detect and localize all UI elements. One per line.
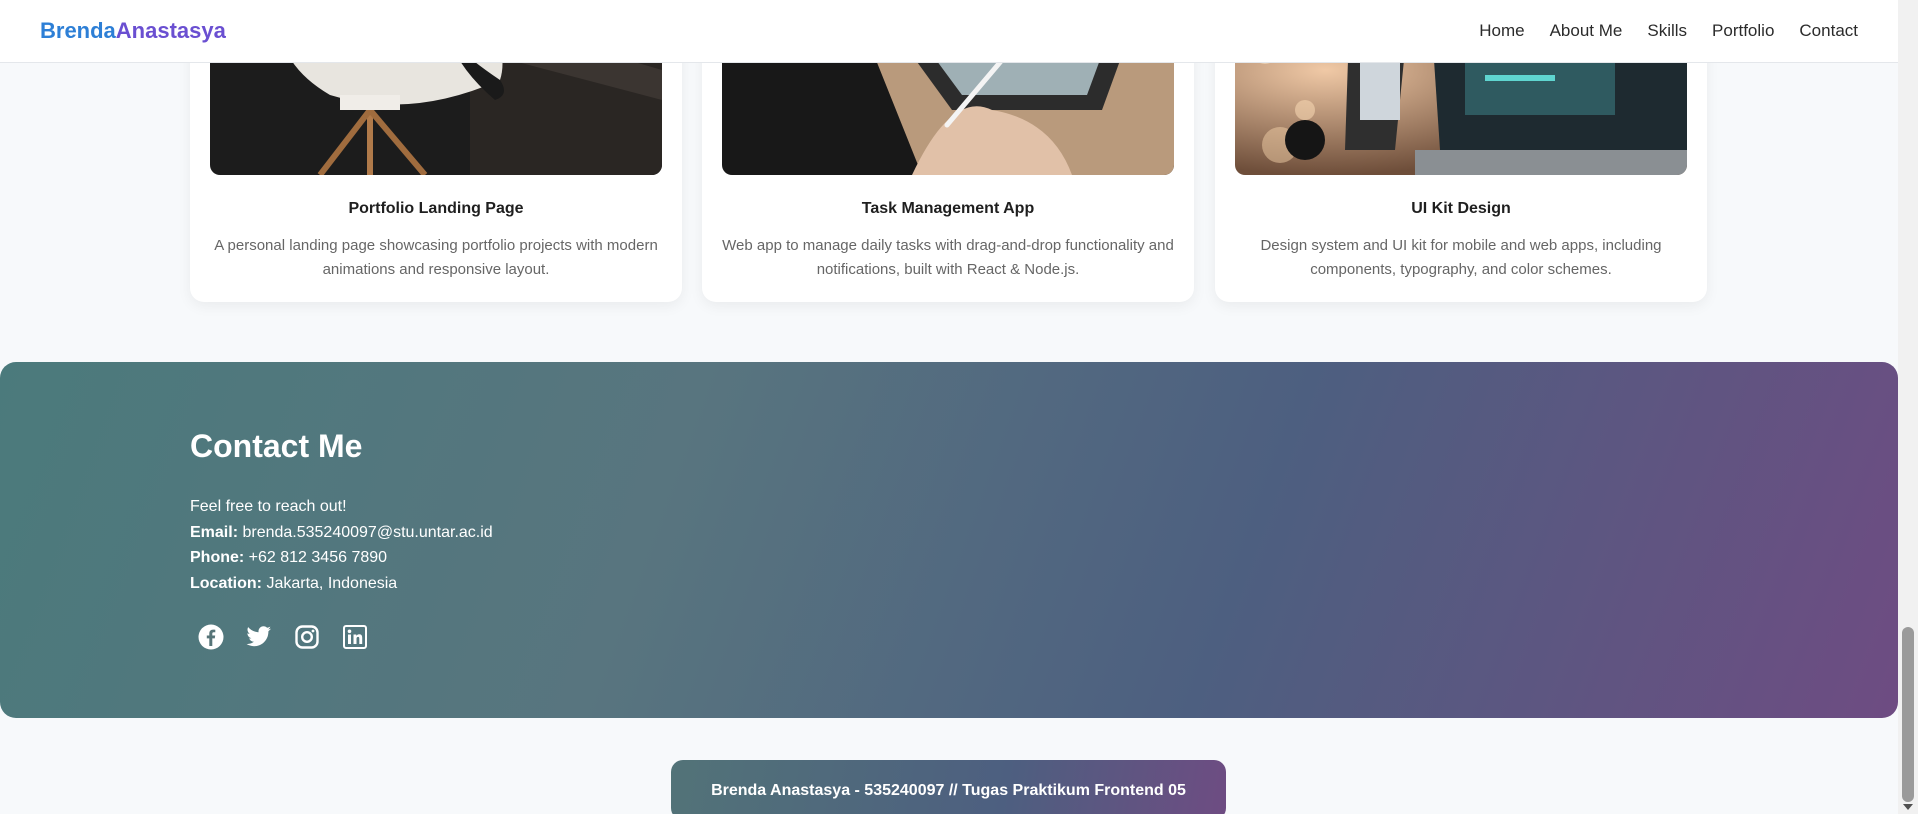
nav-link-contact[interactable]: Contact: [1799, 21, 1858, 41]
phone-value[interactable]: +62 812 3456 7890: [249, 549, 387, 566]
nav-link-portfolio[interactable]: Portfolio: [1712, 21, 1774, 41]
instagram-icon[interactable]: [294, 624, 320, 650]
nav-link-about[interactable]: About Me: [1550, 21, 1623, 41]
social-links: [198, 624, 368, 650]
nav-link-home[interactable]: Home: [1479, 21, 1524, 41]
brand-last-name: Anastasya: [115, 18, 226, 43]
twitter-icon[interactable]: [246, 624, 272, 650]
scrollbar-thumb[interactable]: [1902, 627, 1914, 802]
scroll-down-arrow-icon[interactable]: [1903, 804, 1913, 810]
project-description: Design system and UI kit for mobile and …: [1260, 237, 1662, 278]
page-scrollbar[interactable]: [1898, 0, 1918, 814]
footer-text: Brenda Anastasya - 535240097 // Tugas Pr…: [711, 782, 1186, 799]
brand-logo[interactable]: Brenda Anastasya: [40, 18, 226, 44]
project-description: A personal landing page showcasing portf…: [214, 237, 658, 278]
nav-links: Home About Me Skills Portfolio Contact: [1479, 21, 1858, 41]
facebook-icon[interactable]: [198, 624, 224, 650]
footer-banner: Brenda Anastasya - 535240097 // Tugas Pr…: [671, 760, 1226, 814]
phone-label: Phone:: [190, 549, 245, 566]
contact-heading: Contact Me: [190, 428, 363, 464]
contact-email-row: Email: brenda.535240097@stu.untar.ac.id: [190, 520, 493, 546]
location-label: Location:: [190, 574, 262, 592]
contact-section: Contact Me Feel free to reach out! Email…: [0, 362, 1898, 718]
project-title: UI Kit Design: [1411, 200, 1511, 217]
project-title: Portfolio Landing Page: [348, 200, 524, 217]
location-value: Jakarta, Indonesia: [266, 574, 398, 592]
email-label: Email:: [190, 523, 239, 541]
email-value[interactable]: brenda.535240097@stu.untar.ac.id: [242, 524, 492, 541]
linkedin-icon[interactable]: [342, 624, 368, 650]
brand-first-name: Brenda: [40, 18, 116, 43]
contact-info: Feel free to reach out! Email: brenda.53…: [190, 494, 493, 596]
nav-link-skills[interactable]: Skills: [1647, 21, 1687, 41]
project-title: Task Management App: [861, 200, 1035, 217]
contact-phone-row: Phone: +62 812 3456 7890: [190, 545, 493, 571]
navbar: Brenda Anastasya Home About Me Skills Por…: [0, 0, 1898, 63]
contact-location-row: Location: Jakarta, Indonesia: [190, 571, 493, 597]
contact-intro: Feel free to reach out!: [190, 498, 347, 515]
project-description: Web app to manage daily tasks with drag-…: [722, 237, 1174, 278]
